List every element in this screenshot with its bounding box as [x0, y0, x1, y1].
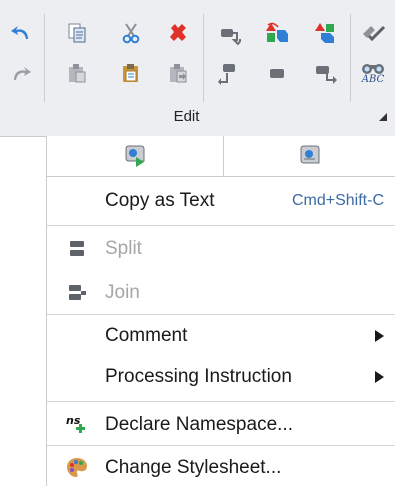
- context-menu: Copy as Text Cmd+Shift-C Split Join Comm…: [46, 136, 395, 486]
- delete-button[interactable]: [163, 18, 193, 48]
- group-expand-icon[interactable]: [379, 113, 387, 121]
- menu-item-comment[interactable]: Comment: [47, 316, 395, 356]
- find-spelling-button[interactable]: ABC: [358, 58, 388, 88]
- spell-check-icon: [363, 25, 386, 42]
- node-up-button[interactable]: [214, 58, 244, 88]
- node-up-icon: [218, 64, 235, 85]
- menu-item-processing-instruction[interactable]: Processing Instruction: [47, 357, 395, 397]
- delete-icon: [170, 24, 186, 41]
- undo-button[interactable]: [6, 18, 36, 48]
- binoculars-abc-icon: [362, 64, 384, 74]
- paste-button[interactable]: [116, 58, 146, 88]
- menu-separator: [47, 314, 395, 315]
- node-icon: [270, 69, 284, 78]
- submenu-arrow-icon: [375, 371, 384, 383]
- copy-icon: [68, 23, 86, 43]
- node-button[interactable]: [262, 58, 292, 88]
- shortcut-label: Cmd+Shift-C: [291, 192, 384, 209]
- move-node-icon: [221, 29, 241, 45]
- scroll-run-icon: [125, 145, 145, 167]
- paste-disabled-button[interactable]: [62, 58, 92, 88]
- split-icon: [65, 237, 89, 261]
- menu-separator: [47, 225, 395, 226]
- ribbon-group-label: Edit: [173, 108, 200, 125]
- paste-special-icon: [123, 64, 138, 82]
- menu-toolbar: [47, 136, 395, 177]
- ribbon-separator: [350, 14, 351, 102]
- copy-button[interactable]: [62, 18, 92, 48]
- shapes-alt-button[interactable]: [310, 18, 340, 48]
- shapes-icon: [266, 22, 288, 42]
- scissors-icon: [122, 23, 140, 44]
- ribbon-separator: [44, 14, 45, 102]
- abc-text: ABC: [361, 74, 385, 85]
- run-transformation-button[interactable]: [47, 136, 223, 176]
- menu-item-copy-as-text[interactable]: Copy as Text Cmd+Shift-C: [47, 181, 395, 221]
- menu-item-label: Join: [105, 282, 140, 303]
- redo-button[interactable]: [6, 58, 36, 88]
- edit-ribbon-group: ABC Edit: [0, 0, 395, 137]
- spell-check-button[interactable]: [358, 18, 388, 48]
- ribbon-separator: [203, 14, 204, 102]
- join-icon: [65, 281, 89, 305]
- menu-item-label: Copy as Text: [105, 190, 215, 211]
- menu-separator: [47, 401, 395, 402]
- ns-text: ns: [66, 414, 81, 427]
- namespace-add-icon: ns: [65, 413, 89, 437]
- cut-button[interactable]: [116, 18, 146, 48]
- menu-item-change-stylesheet[interactable]: Change Stylesheet...: [47, 448, 395, 488]
- menu-item-join[interactable]: Join: [47, 273, 395, 313]
- menu-item-label: Comment: [105, 325, 188, 346]
- paste-as-button[interactable]: [163, 58, 193, 88]
- configure-transformation-button[interactable]: [224, 136, 395, 176]
- paste-icon: [69, 64, 86, 83]
- menu-item-label: Declare Namespace...: [105, 414, 293, 435]
- node-down-icon: [316, 66, 337, 84]
- menu-item-label: Processing Instruction: [105, 366, 292, 387]
- menu-item-declare-namespace[interactable]: ns Declare Namespace...: [47, 405, 395, 445]
- palette-icon: [65, 456, 89, 480]
- submenu-arrow-icon: [375, 330, 384, 342]
- node-down-button[interactable]: [310, 58, 340, 88]
- undo-icon: [11, 26, 28, 39]
- redo-icon: [14, 67, 31, 80]
- shapes-alt-icon: [315, 23, 334, 43]
- menu-item-label: Split: [105, 238, 142, 259]
- move-down-button[interactable]: [214, 18, 244, 48]
- paste-as-icon: [170, 64, 187, 83]
- menu-item-split[interactable]: Split: [47, 229, 395, 269]
- menu-item-label: Change Stylesheet...: [105, 457, 282, 478]
- menu-separator: [47, 445, 395, 446]
- scroll-settings-icon: [300, 145, 320, 164]
- shapes-button[interactable]: [262, 18, 292, 48]
